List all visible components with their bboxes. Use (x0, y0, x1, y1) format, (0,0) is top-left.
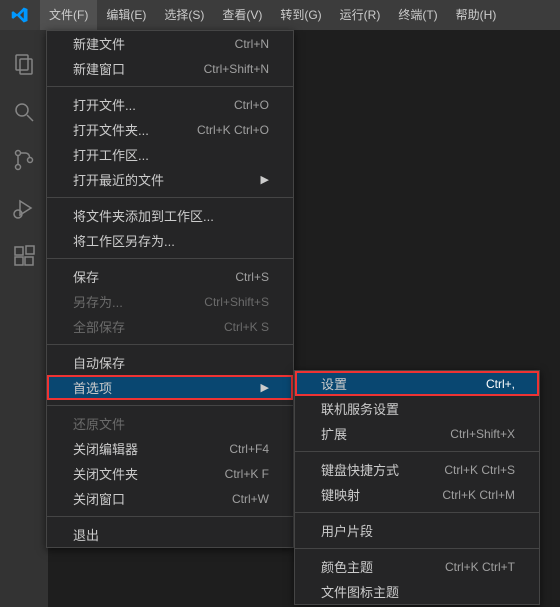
menu-运行(R)[interactable]: 运行(R) (331, 0, 390, 30)
pref-menu-label: 键盘快捷方式 (321, 460, 399, 479)
file-menu-dropdown: 新建文件Ctrl+N新建窗口Ctrl+Shift+N打开文件...Ctrl+O打… (46, 30, 294, 548)
pref-menu-shortcut: Ctrl+K Ctrl+M (442, 488, 515, 502)
file-menu-item-21[interactable]: 关闭窗口 Ctrl+W (47, 486, 293, 511)
debug-icon[interactable] (0, 184, 48, 232)
file-menu-label: 退出 (73, 525, 99, 544)
file-menu-label: 自动保存 (73, 353, 125, 372)
file-menu-shortcut: Ctrl+Shift+N (204, 62, 269, 76)
menu-转到(G)[interactable]: 转到(G) (271, 0, 330, 30)
file-menu-item-5[interactable]: 打开工作区... (47, 142, 293, 167)
pref-menu-label: 设置 (321, 374, 347, 393)
file-menu-item-18: 还原文件 (47, 411, 293, 436)
pref-menu-item-1[interactable]: 联机服务设置 (295, 396, 539, 421)
file-menu-label: 打开最近的文件 (73, 170, 164, 189)
file-menu-label: 将文件夹添加到工作区... (73, 206, 214, 225)
file-menu-label: 保存 (73, 267, 99, 286)
pref-menu-item-9[interactable]: 颜色主题 Ctrl+K Ctrl+T (295, 554, 539, 579)
file-menu-separator (47, 258, 293, 259)
file-menu-separator (47, 86, 293, 87)
pref-menu-label: 联机服务设置 (321, 399, 399, 418)
file-menu-label: 首选项 (73, 378, 112, 397)
file-menu-item-16[interactable]: 首选项 ▶ (47, 375, 293, 400)
file-menu-label: 新建窗口 (73, 59, 125, 78)
pref-menu-label: 颜色主题 (321, 557, 373, 576)
pref-menu-item-5[interactable]: 键映射 Ctrl+K Ctrl+M (295, 482, 539, 507)
pref-menu-label: 键映射 (321, 485, 360, 504)
search-icon[interactable] (0, 88, 48, 136)
activity-bar (0, 30, 48, 607)
file-menu-shortcut: Ctrl+K F (225, 467, 269, 481)
menu-帮助(H)[interactable]: 帮助(H) (447, 0, 506, 30)
extensions-icon[interactable] (0, 232, 48, 280)
pref-menu-shortcut: Ctrl+K Ctrl+S (444, 463, 515, 477)
chevron-right-icon: ▶ (261, 173, 269, 186)
pref-menu-label: 扩展 (321, 424, 347, 443)
file-menu-label: 打开文件夹... (73, 120, 149, 139)
file-menu-label: 关闭窗口 (73, 489, 125, 508)
file-menu-label: 打开工作区... (73, 145, 149, 164)
menu-终端(T)[interactable]: 终端(T) (389, 0, 446, 30)
file-menu-label: 关闭文件夹 (73, 464, 138, 483)
file-menu-label: 全部保存 (73, 317, 125, 336)
file-menu-shortcut: Ctrl+O (234, 98, 269, 112)
pref-menu-item-4[interactable]: 键盘快捷方式 Ctrl+K Ctrl+S (295, 457, 539, 482)
file-menu-separator (47, 197, 293, 198)
pref-menu-shortcut: Ctrl+K Ctrl+T (445, 560, 515, 574)
pref-menu-separator (295, 512, 539, 513)
file-menu-item-12: 另存为... Ctrl+Shift+S (47, 289, 293, 314)
file-menu-item-9[interactable]: 将工作区另存为... (47, 228, 293, 253)
file-menu-shortcut: Ctrl+K Ctrl+O (197, 123, 269, 137)
file-menu-label: 新建文件 (73, 34, 125, 53)
menu-选择(S)[interactable]: 选择(S) (155, 0, 213, 30)
file-menu-shortcut: Ctrl+K S (224, 320, 269, 334)
file-menu-item-13: 全部保存 Ctrl+K S (47, 314, 293, 339)
file-menu-item-15[interactable]: 自动保存 (47, 350, 293, 375)
pref-menu-shortcut: Ctrl+Shift+X (450, 427, 515, 441)
file-menu-separator (47, 516, 293, 517)
file-menu-separator (47, 405, 293, 406)
file-menu-shortcut: Ctrl+S (235, 270, 269, 284)
file-menu-label: 还原文件 (73, 414, 125, 433)
menu-文件(F)[interactable]: 文件(F) (40, 0, 97, 30)
file-menu-shortcut: Ctrl+F4 (229, 442, 269, 456)
file-menu-item-3[interactable]: 打开文件... Ctrl+O (47, 92, 293, 117)
pref-menu-item-10[interactable]: 文件图标主题 (295, 579, 539, 604)
pref-menu-item-2[interactable]: 扩展 Ctrl+Shift+X (295, 421, 539, 446)
file-menu-label: 将工作区另存为... (73, 231, 175, 250)
pref-menu-item-0[interactable]: 设置 Ctrl+, (295, 371, 539, 396)
explorer-icon[interactable] (0, 40, 48, 88)
menu-编辑(E)[interactable]: 编辑(E) (97, 0, 155, 30)
file-menu-shortcut: Ctrl+Shift+S (204, 295, 269, 309)
file-menu-label: 关闭编辑器 (73, 439, 138, 458)
preferences-submenu-dropdown: 设置 Ctrl+, 联机服务设置扩展 Ctrl+Shift+X 键盘快捷方式 Ctrl+K… (294, 370, 540, 605)
file-menu-item-8[interactable]: 将文件夹添加到工作区... (47, 203, 293, 228)
file-menu-label: 另存为... (73, 292, 123, 311)
pref-menu-separator (295, 451, 539, 452)
file-menu-item-19[interactable]: 关闭编辑器 Ctrl+F4 (47, 436, 293, 461)
source-control-icon[interactable] (0, 136, 48, 184)
menu-查看(V)[interactable]: 查看(V) (213, 0, 271, 30)
file-menu-item-11[interactable]: 保存 Ctrl+S (47, 264, 293, 289)
file-menu-shortcut: Ctrl+N (235, 37, 269, 51)
file-menu-shortcut: Ctrl+W (232, 492, 269, 506)
pref-menu-separator (295, 548, 539, 549)
pref-menu-label: 用户片段 (321, 521, 373, 540)
menubar: 文件(F)编辑(E)选择(S)查看(V)转到(G)运行(R)终端(T)帮助(H) (0, 0, 560, 30)
pref-menu-shortcut: Ctrl+, (486, 377, 515, 391)
file-menu-label: 打开文件... (73, 95, 136, 114)
pref-menu-label: 文件图标主题 (321, 582, 399, 601)
file-menu-item-6[interactable]: 打开最近的文件 ▶ (47, 167, 293, 192)
file-menu-item-20[interactable]: 关闭文件夹 Ctrl+K F (47, 461, 293, 486)
file-menu-item-4[interactable]: 打开文件夹... Ctrl+K Ctrl+O (47, 117, 293, 142)
vscode-logo-icon (0, 0, 40, 30)
file-menu-item-23[interactable]: 退出 (47, 522, 293, 547)
file-menu-separator (47, 344, 293, 345)
file-menu-item-0[interactable]: 新建文件 Ctrl+N (47, 31, 293, 56)
pref-menu-item-7[interactable]: 用户片段 (295, 518, 539, 543)
chevron-right-icon: ▶ (261, 381, 269, 394)
file-menu-item-1[interactable]: 新建窗口 Ctrl+Shift+N (47, 56, 293, 81)
